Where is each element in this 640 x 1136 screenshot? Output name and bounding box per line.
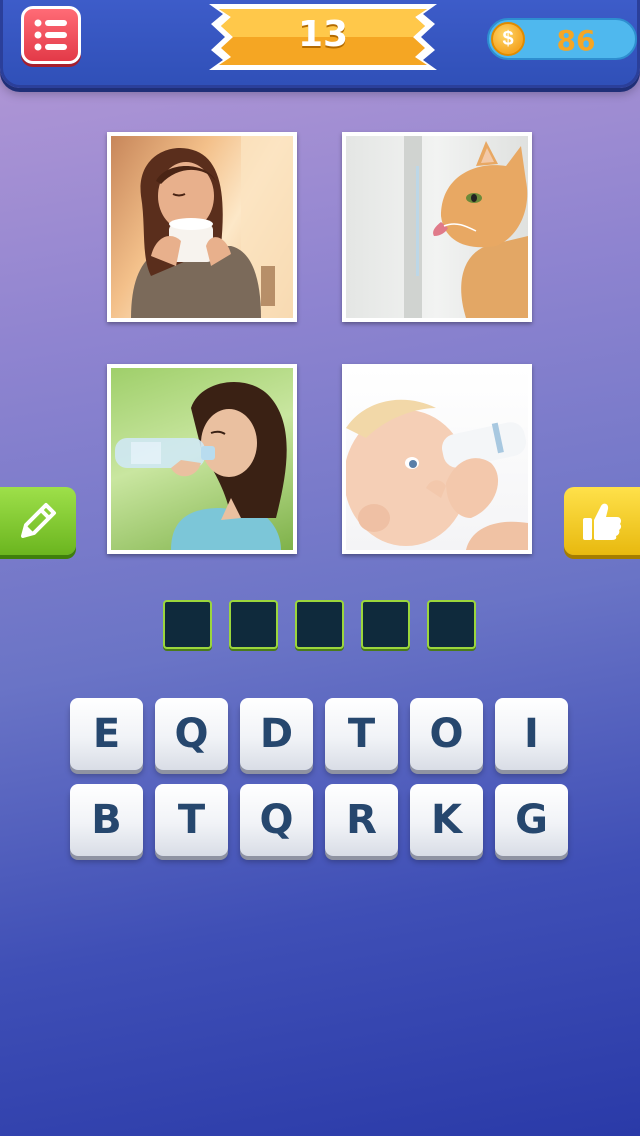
top-bar: 13 $ 86 <box>0 0 640 88</box>
answer-slot[interactable] <box>295 600 344 649</box>
answer-slots <box>163 600 477 650</box>
letter-key[interactable]: G <box>495 784 568 856</box>
coin-count: 86 <box>556 24 596 57</box>
answer-slot[interactable] <box>427 600 476 649</box>
picture-woman-drinking-cup[interactable] <box>107 132 297 322</box>
key-row-2: B T Q R K G <box>70 784 572 856</box>
thumbs-up-icon <box>583 503 622 540</box>
picture-cat-drinking-tap[interactable] <box>342 132 532 322</box>
pencil-icon <box>21 503 56 538</box>
cat-tap-image <box>404 136 528 318</box>
letter-key[interactable]: D <box>240 698 313 770</box>
level-banner: 13 <box>209 4 437 70</box>
letter-key[interactable]: T <box>325 698 398 770</box>
letter-key[interactable]: T <box>155 784 228 856</box>
answer-slot[interactable] <box>229 600 278 649</box>
picture-baby-drinking-bottle[interactable] <box>342 364 532 554</box>
letter-keyboard: E Q D T O I B T Q R K G <box>70 698 572 870</box>
letter-key[interactable]: O <box>410 698 483 770</box>
woman-cup-image <box>131 136 293 318</box>
letter-key[interactable]: I <box>495 698 568 770</box>
letter-key[interactable]: K <box>410 784 483 856</box>
letter-key[interactable]: R <box>325 784 398 856</box>
picture-woman-drinking-bottle[interactable] <box>107 364 297 554</box>
menu-button[interactable] <box>21 6 81 64</box>
key-row-1: E Q D T O I <box>70 698 572 770</box>
letter-key[interactable]: B <box>70 784 143 856</box>
pencil-button[interactable] <box>0 487 76 555</box>
dollar-coin-icon: $ <box>491 22 525 56</box>
coin-counter[interactable]: $ 86 <box>487 18 637 60</box>
thumbs-up-button[interactable] <box>564 487 640 555</box>
answer-slot[interactable] <box>163 600 212 649</box>
letter-key[interactable]: Q <box>155 698 228 770</box>
list-menu-icon <box>34 19 67 51</box>
woman-bottle-image <box>115 381 287 550</box>
answer-slot[interactable] <box>361 600 410 649</box>
letter-key[interactable]: Q <box>240 784 313 856</box>
level-number: 13 <box>297 14 349 55</box>
baby-bottle-image <box>346 399 528 550</box>
letter-key[interactable]: E <box>70 698 143 770</box>
